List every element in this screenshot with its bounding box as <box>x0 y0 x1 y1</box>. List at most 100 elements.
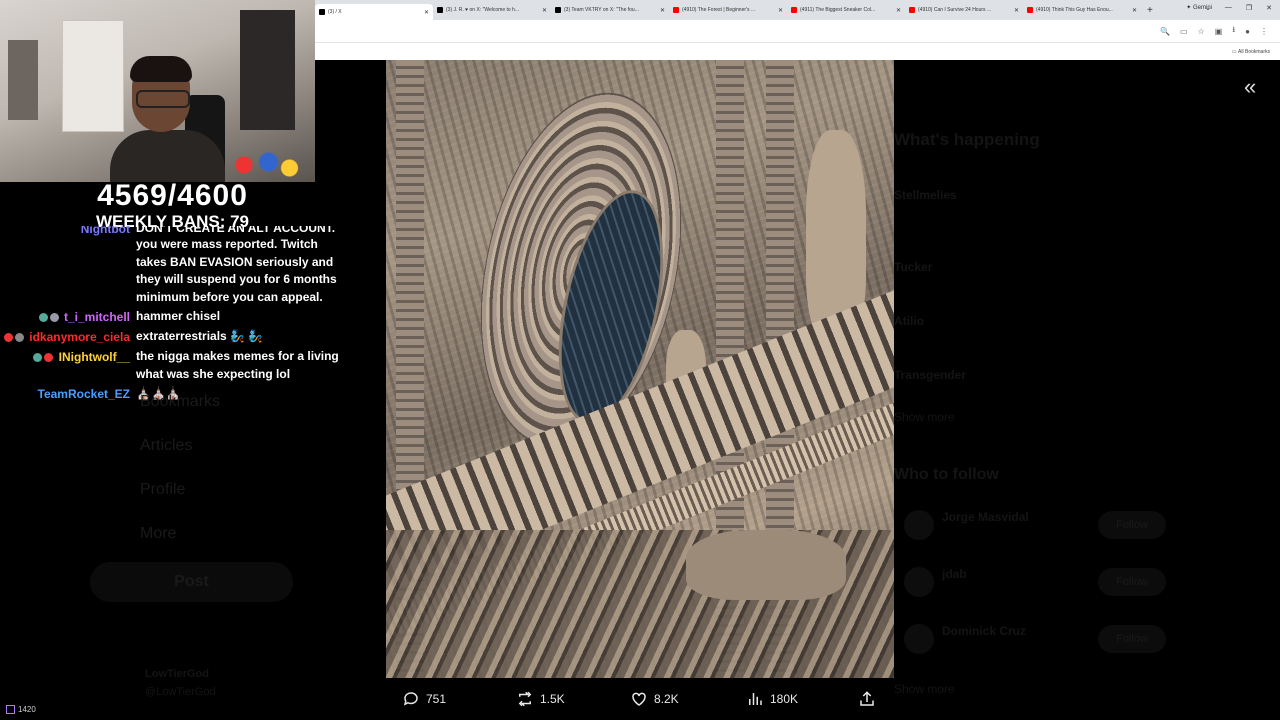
profile-icon[interactable]: ● <box>1245 27 1250 36</box>
share-button[interactable] <box>858 690 876 708</box>
sidebar-item-articles[interactable]: Articles <box>90 424 220 468</box>
all-bookmarks-link[interactable]: All Bookmarks <box>1238 49 1270 55</box>
streamer-hair <box>130 56 192 82</box>
streamer-torso <box>110 130 225 182</box>
browser-tab[interactable]: (4910) Think This Guy Has Enou... ✕ <box>1023 2 1141 18</box>
bookmark-star-icon[interactable]: ☆ <box>1198 27 1205 36</box>
chat-username-text: t_i_mitchell <box>63 310 130 324</box>
chat-username: t_i_mitchell <box>0 308 136 326</box>
youtube-logo-icon <box>791 7 797 13</box>
maximize-icon[interactable]: ❐ <box>1246 4 1252 12</box>
close-tab-icon[interactable]: ✕ <box>424 9 429 16</box>
browser-tab[interactable]: (3) J. R. ♥ on X: "Welcome to h... ✕ <box>433 2 551 18</box>
download-icon[interactable]: ⭳ <box>1232 24 1235 38</box>
youtube-logo-icon <box>909 7 915 13</box>
tab-label: (3) J. R. ♥ on X: "Welcome to h... <box>446 7 520 13</box>
x-logo-icon <box>555 7 561 13</box>
close-tab-icon[interactable]: ✕ <box>542 7 547 14</box>
trend-item[interactable]: Tucker <box>894 260 932 274</box>
show-more-link[interactable]: Show more <box>894 682 955 696</box>
trend-item[interactable]: Atilio <box>894 314 924 328</box>
close-tab-icon[interactable]: ✕ <box>660 7 665 14</box>
tab-search-icon[interactable]: ⌄ <box>1205 4 1211 12</box>
chat-badge-icon <box>3 333 13 343</box>
x-logo-icon <box>319 9 325 15</box>
post-action-bar: 751 1.5K 8.2K 180K <box>386 686 894 714</box>
chat-username-text: INightwolf__ <box>58 350 130 364</box>
chat-badge-icon <box>49 313 59 323</box>
close-tab-icon[interactable]: ✕ <box>778 7 783 14</box>
show-more-link[interactable]: Show more <box>894 410 955 424</box>
whats-happening-heading: What's happening <box>894 130 1040 149</box>
collapse-panel-icon[interactable]: « <box>1244 74 1256 100</box>
ban-counter: 4569/4600 WEEKLY BANS: 79 <box>0 180 345 232</box>
address-bar-row: 🔍 ▭ ☆ ▣ ⭳ ● ⋮ <box>315 20 1280 42</box>
repost-button[interactable]: 1.5K <box>516 690 565 708</box>
close-tab-icon[interactable]: ✕ <box>1132 7 1137 14</box>
who-to-follow-heading: Who to follow <box>894 466 999 483</box>
chat-username-text: idkanymore_ciela <box>29 330 130 344</box>
follow-button[interactable]: Follow <box>1098 625 1166 653</box>
tab-label: (4911) The Biggest Sneaker Col... <box>800 7 876 13</box>
heart-icon <box>632 692 646 706</box>
account-handle: @LowTierGod <box>145 686 216 698</box>
views-count: 180K <box>770 692 799 706</box>
chat-row: you were mass reported. Twitch takes BAN… <box>0 236 345 306</box>
like-count: 8.2K <box>654 692 679 706</box>
tab-label: (3) / X <box>328 9 342 15</box>
reply-button[interactable]: 751 <box>402 690 446 708</box>
sidebar-item-bookmarks[interactable]: Bookmarks <box>90 380 220 424</box>
chat-badge-icon <box>14 333 24 343</box>
streamer-glasses <box>136 90 190 108</box>
media-image[interactable] <box>386 60 894 678</box>
browser-tab[interactable]: (3) / X ✕ <box>315 4 433 20</box>
x-logo-icon <box>437 7 443 13</box>
sidebar-item-profile[interactable]: Profile <box>90 468 220 512</box>
browser-tab[interactable]: (4910) Can I Survive 24 Hours ... ✕ <box>905 2 1023 18</box>
chat-cutoff-line: Nightbot DON'T CREATE AN ALT ACCOUNT. If <box>0 226 345 236</box>
close-tab-icon[interactable]: ✕ <box>1014 7 1019 14</box>
views-button[interactable]: 180K <box>746 690 798 708</box>
chat-badge-icon <box>33 353 43 363</box>
minimize-icon[interactable]: — <box>1225 4 1232 12</box>
follow-button[interactable]: Follow <box>1098 511 1166 539</box>
chat-badge-icon <box>44 353 54 363</box>
browser-tab[interactable]: (4911) The Biggest Sneaker Col... ✕ <box>787 2 905 18</box>
chat-badge-icon <box>38 313 48 323</box>
viewer-count: 1420 <box>6 705 36 714</box>
avatar <box>904 510 934 540</box>
menu-icon[interactable]: ⋮ <box>1260 27 1268 36</box>
views-chart-icon <box>749 693 762 705</box>
chat-message: you were mass reported. Twitch takes BAN… <box>136 237 337 304</box>
window-controls: ⌄ — ❐ ✕ <box>1205 4 1272 12</box>
tab-strip: (3) / X ✕ (3) J. R. ♥ on X: "Welcome to h… <box>315 0 1280 20</box>
follow-button[interactable]: Follow <box>1098 568 1166 596</box>
sidebar-item-more[interactable]: More <box>90 512 220 556</box>
streamer <box>110 56 230 182</box>
zoom-icon[interactable]: 🔍 <box>1160 27 1170 36</box>
chat-row: idkanymore_ciela extraterrestrials 🧞 🧞 <box>0 328 345 346</box>
chat-message: the nigga makes memes for a living what … <box>136 349 339 381</box>
close-window-icon[interactable]: ✕ <box>1266 4 1272 12</box>
youtube-logo-icon <box>673 7 679 13</box>
like-button[interactable]: 8.2K <box>630 690 679 708</box>
close-tab-icon[interactable]: ✕ <box>896 7 901 14</box>
chat-username: INightwolf__ <box>0 348 136 366</box>
post-button[interactable]: Post <box>90 562 293 602</box>
trend-item[interactable]: Transgender <box>894 368 966 382</box>
webcam-shelf <box>8 40 38 120</box>
reply-count: 751 <box>426 692 447 706</box>
cast-icon[interactable]: ▭ <box>1180 27 1188 36</box>
webcam-feed <box>0 0 315 182</box>
share-icon <box>860 691 874 706</box>
browser-tab[interactable]: (4910) The Forest | Beginner's ... ✕ <box>669 2 787 18</box>
new-tab-button[interactable]: + <box>1141 5 1153 16</box>
account-name: Dominick Cruz <box>942 624 1027 638</box>
account-name: LowTierGod <box>145 668 209 680</box>
extension-icon[interactable]: ▣ <box>1215 27 1223 36</box>
trend-item[interactable]: Stellmelies <box>894 188 957 202</box>
ban-counter-value: 4569/4600 <box>97 179 248 212</box>
repost-icon <box>518 691 532 707</box>
browser-tab[interactable]: (3) Team VKTRY on X: "The fou... ✕ <box>551 2 669 18</box>
account-switcher[interactable]: LowTierGod @LowTierGod <box>145 665 216 701</box>
